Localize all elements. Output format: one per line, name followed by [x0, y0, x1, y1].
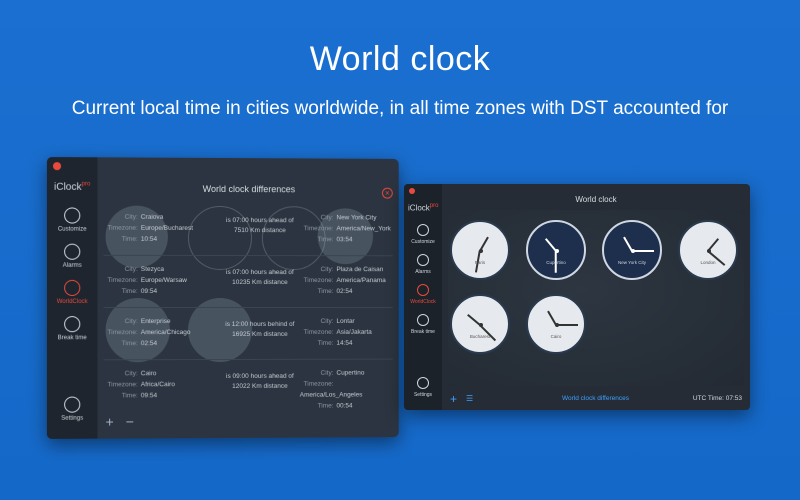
sidebar-item-alarms[interactable]: Alarms	[404, 254, 442, 275]
right-city-info: City: Cupertino Timezone:America/Los_Ange…	[299, 369, 365, 410]
globe-icon	[64, 279, 81, 296]
clock-cairo[interactable]: Cairo	[526, 294, 586, 354]
sidebar-item-settings[interactable]: Settings	[404, 377, 442, 398]
stopwatch-icon	[417, 314, 429, 326]
sidebar-item-break-time[interactable]: Break time	[47, 316, 98, 341]
app-logo: iClockpro	[408, 203, 439, 213]
hero-subtitle: Current local time in cities worldwide, …	[71, 98, 729, 119]
brush-icon	[64, 207, 81, 224]
difference-info: is 09:00 hours ahead of 12022 Km distanc…	[226, 372, 294, 390]
utc-time-label: UTC Time: 07:53	[692, 395, 742, 402]
add-button[interactable]: +	[106, 413, 114, 429]
clock-paris[interactable]: Paris	[450, 220, 510, 280]
sidebar-item-settings[interactable]: Settings	[47, 396, 98, 422]
diff-row[interactable]: City: Enterprise Timezone: America/Chicago…	[103, 307, 393, 361]
clock-bucharest[interactable]: Bucharest	[450, 294, 510, 354]
bell-icon	[64, 243, 81, 260]
diff-row[interactable]: City: Cairo Timezone: Africa/Cairo Time: 09…	[104, 360, 393, 413]
diff-row[interactable]: City: Craiova Timezone: Europe/Bucharest T…	[103, 203, 393, 257]
globe-icon	[417, 284, 429, 296]
sidebar: iClockpro Customize Alarms WorldClock Br…	[46, 157, 98, 439]
close-panel-button[interactable]: ×	[381, 187, 393, 199]
panel-title: World clock	[575, 195, 617, 204]
difference-info: is 07:00 hours ahead of 10235 Km distanc…	[226, 269, 294, 287]
right-city-info: City: Lontar Timezone: Asia/Jakarta Time: 1…	[303, 317, 372, 347]
clock-london[interactable]: London	[678, 220, 738, 280]
panel-title: World clock differences	[202, 183, 296, 195]
minute-hand	[632, 250, 654, 252]
add-clock-button[interactable]: +	[450, 392, 457, 406]
world-clock-window: iClockpro Customize Alarms WorldClock Br…	[404, 184, 750, 410]
left-city-info: City: Enterprise Timezone: America/Chicago…	[107, 318, 191, 348]
left-city-info: City: Stezyca Timezone: Europe/Warsaw Time…	[107, 265, 187, 295]
world-clock-differences-link[interactable]: World clock differences	[562, 395, 629, 402]
left-city-info: City: Craiova Timezone: Europe/Bucharest T…	[107, 213, 194, 243]
difference-info: is 12:00 hours behind of 16925 Km distan…	[225, 320, 295, 338]
difference-info: is 07:00 hours ahead of 7510 Km distance	[226, 217, 294, 235]
stopwatch-icon	[64, 316, 81, 333]
right-city-info: City: Plaza de Caisan Timezone: America/Pa…	[303, 266, 386, 296]
close-window-button[interactable]	[409, 188, 415, 194]
remove-button[interactable]: −	[126, 413, 134, 429]
sidebar: iClockpro Customize Alarms WorldClock Br…	[404, 184, 442, 410]
sidebar-item-worldclock[interactable]: WorldClock	[404, 284, 442, 305]
right-city-info: City: New York City Timezone: America/New_…	[303, 214, 391, 244]
clock-new-york[interactable]: New York City	[602, 220, 662, 280]
footer-bar: + ☰ World clock differences UTC Time: 07…	[442, 388, 750, 410]
sidebar-item-customize[interactable]: Customize	[47, 207, 98, 233]
brush-icon	[417, 224, 429, 236]
sidebar-item-alarms[interactable]: Alarms	[47, 243, 98, 269]
diff-row[interactable]: City: Stezyca Timezone: Europe/Warsaw Time…	[103, 255, 393, 309]
clock-cupertino[interactable]: Cupertino	[526, 220, 586, 280]
hero-title: World clock	[309, 40, 491, 78]
bell-icon	[417, 254, 429, 266]
app-logo: iClockpro	[53, 181, 91, 193]
list-view-button[interactable]: ☰	[466, 394, 473, 403]
left-city-info: City: Cairo Timezone: Africa/Cairo Time: 09…	[107, 370, 175, 400]
sidebar-item-break-time[interactable]: Break time	[404, 314, 442, 335]
world-clock-differences-window: iClockpro Customize Alarms WorldClock Br…	[46, 157, 399, 439]
close-window-button[interactable]	[52, 162, 62, 171]
gear-icon	[417, 377, 429, 389]
gear-icon	[64, 396, 81, 413]
sidebar-item-worldclock[interactable]: WorldClock	[47, 279, 98, 305]
sidebar-item-customize[interactable]: Customize	[404, 224, 442, 245]
minute-hand	[556, 324, 578, 326]
